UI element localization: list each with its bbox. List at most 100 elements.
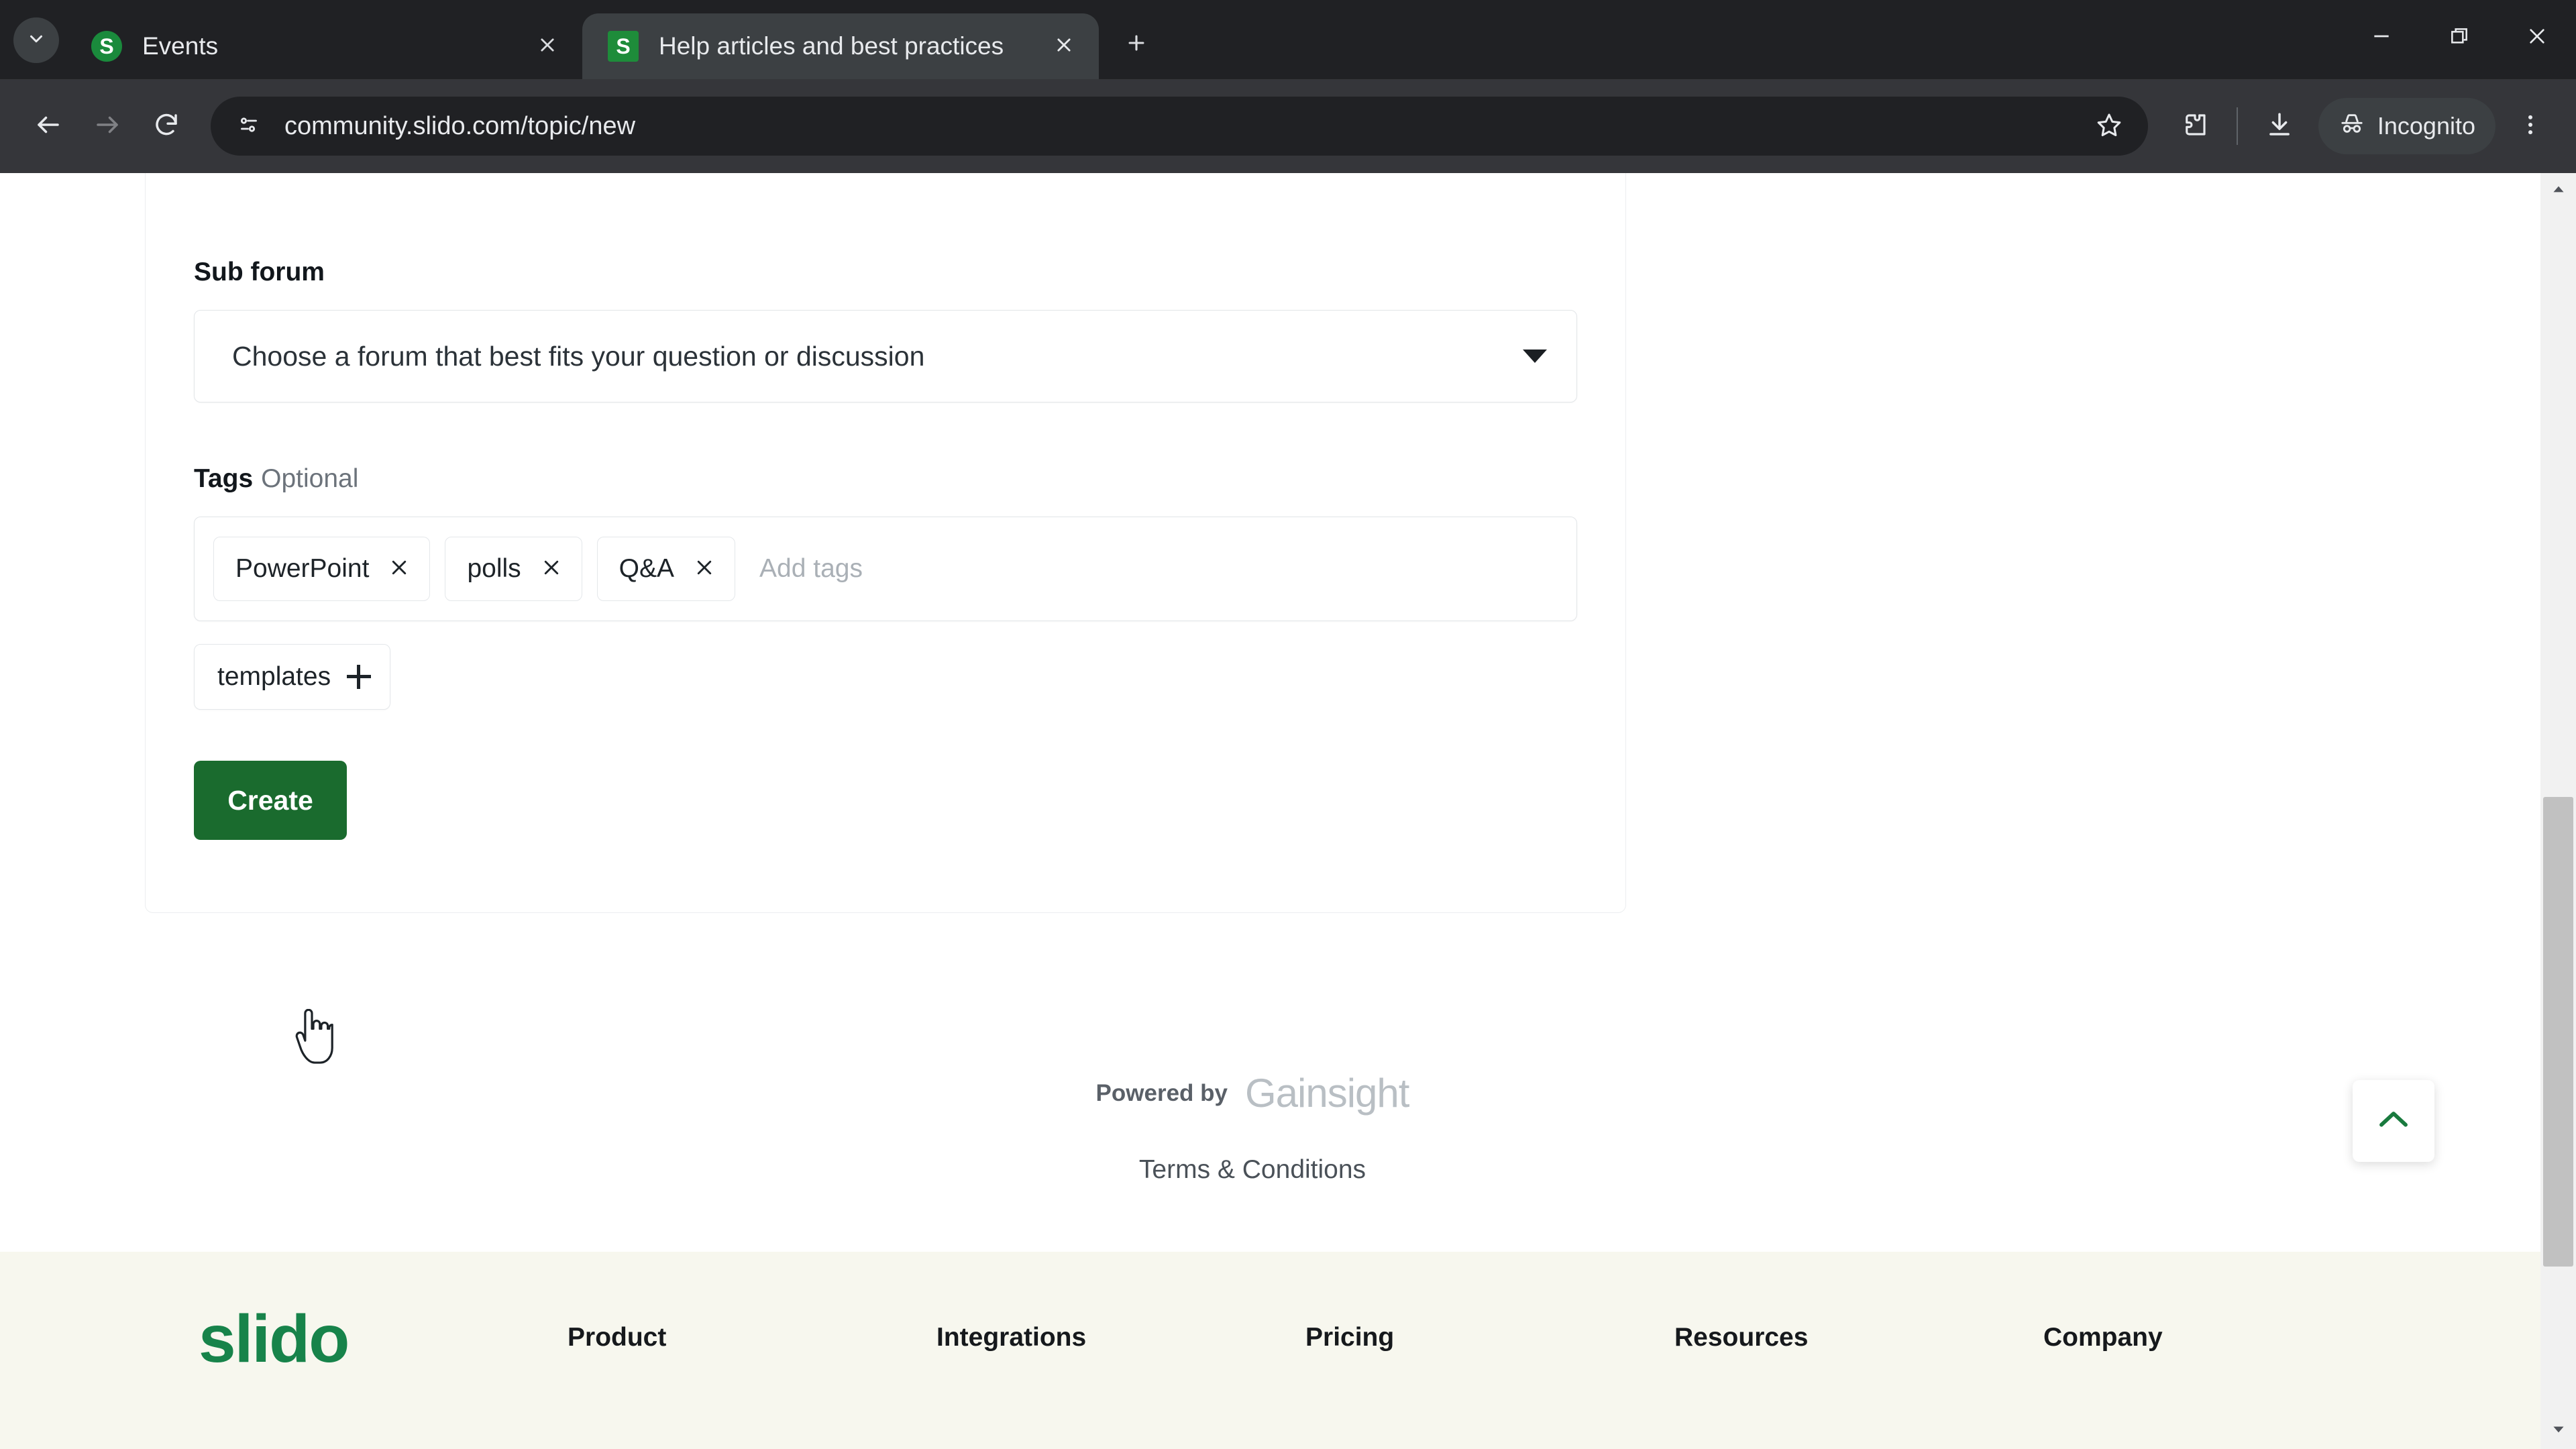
footer-column-company: Company	[2043, 1305, 2412, 1352]
subforum-label: Sub forum	[194, 173, 1577, 287]
page-content: Sub forum Choose a forum that best fits …	[0, 173, 2540, 1449]
attribution-block: Powered by Gainsight Terms & Conditions	[0, 1070, 2505, 1185]
terms-and-conditions-link[interactable]: Terms & Conditions	[0, 1155, 2505, 1185]
tag-chip: Q&A	[596, 537, 736, 601]
forward-button[interactable]	[78, 97, 137, 156]
new-tab-button[interactable]	[1114, 21, 1159, 67]
site-settings-button[interactable]	[228, 105, 270, 147]
chevron-down-icon	[26, 29, 46, 52]
close-icon	[2526, 25, 2548, 50]
star-icon	[2096, 111, 2123, 142]
tab-help-articles[interactable]: S Help articles and best practices	[582, 13, 1099, 79]
tab-title: Help articles and best practices	[659, 32, 1004, 60]
footer-columns: slido Product Integrations Pricing Resou…	[0, 1305, 2540, 1373]
reload-button[interactable]	[137, 97, 196, 156]
toolbar-divider	[2236, 107, 2238, 145]
footer-column-pricing: Pricing	[1305, 1305, 1674, 1352]
footer-column-product: Product	[568, 1305, 936, 1352]
tab-close-button[interactable]	[1045, 28, 1083, 65]
extensions-button[interactable]	[2165, 97, 2224, 156]
restore-icon	[2449, 25, 2470, 50]
tag-chip-label: Q&A	[619, 554, 675, 583]
tag-suggestion-chip[interactable]: templates	[194, 644, 391, 710]
powered-by-row: Powered by Gainsight	[0, 1070, 2505, 1116]
browser-toolbar: community.slido.com/topic/new Incognito	[0, 79, 2576, 173]
close-icon	[694, 557, 714, 581]
tag-chip-label: PowerPoint	[235, 554, 370, 583]
page-viewport: Sub forum Choose a forum that best fits …	[0, 173, 2576, 1449]
page-scrollbar[interactable]	[2540, 173, 2576, 1449]
subforum-placeholder: Choose a forum that best fits your quest…	[232, 340, 925, 372]
powered-by-text: Powered by	[1095, 1079, 1228, 1106]
bookmark-button[interactable]	[2085, 102, 2133, 150]
subforum-select[interactable]: Choose a forum that best fits your quest…	[194, 310, 1577, 402]
maximize-restore-button[interactable]	[2420, 0, 2498, 75]
site-settings-icon	[237, 113, 261, 140]
plus-icon	[347, 665, 372, 689]
arrow-left-icon	[34, 111, 62, 142]
tab-events[interactable]: S Events	[66, 13, 582, 79]
slido-logo[interactable]: slido	[199, 1305, 568, 1373]
tags-optional-text: Optional	[261, 464, 359, 493]
three-dot-menu-icon	[2518, 112, 2543, 141]
tags-label: Tags Optional	[194, 402, 1577, 494]
tag-chip: polls	[445, 537, 582, 601]
reload-icon	[152, 111, 180, 142]
arrow-right-icon	[93, 111, 121, 142]
tag-remove-button[interactable]	[539, 556, 564, 582]
tag-chip: PowerPoint	[213, 537, 431, 601]
tags-input-container[interactable]: PowerPoint polls Q&A Add tags	[194, 517, 1577, 621]
window-controls	[2343, 0, 2576, 79]
new-topic-form-card: Sub forum Choose a forum that best fits …	[145, 173, 1626, 913]
incognito-hat-icon	[2339, 111, 2377, 142]
site-footer: slido Product Integrations Pricing Resou…	[0, 1252, 2540, 1449]
close-icon	[538, 36, 557, 58]
tab-close-button[interactable]	[529, 28, 566, 65]
tag-remove-button[interactable]	[692, 556, 717, 582]
subforum-label-text: Sub forum	[194, 258, 325, 286]
minimize-icon	[2371, 25, 2392, 50]
tab-search-button[interactable]	[13, 17, 59, 63]
footer-column-title[interactable]: Resources	[1674, 1323, 2043, 1352]
favicon-slido: S	[608, 31, 639, 62]
url-text[interactable]: community.slido.com/topic/new	[270, 112, 2085, 141]
profile-label: Incognito	[2377, 112, 2475, 140]
chevron-up-icon	[2373, 1099, 2414, 1144]
download-icon	[2265, 111, 2294, 142]
triangle-down-icon	[2550, 1421, 2567, 1442]
tag-suggestion-label: templates	[217, 662, 331, 691]
tab-strip: S Events S Help articles and best practi…	[0, 0, 2576, 79]
tag-remove-button[interactable]	[386, 556, 412, 582]
footer-column-integrations: Integrations	[936, 1305, 1305, 1352]
back-button[interactable]	[19, 97, 78, 156]
profile-incognito-button[interactable]: Incognito	[2318, 98, 2496, 154]
mouse-cursor	[294, 1008, 334, 1067]
browser-window: S Events S Help articles and best practi…	[0, 0, 2576, 1449]
close-window-button[interactable]	[2498, 0, 2576, 75]
browser-menu-button[interactable]	[2504, 97, 2557, 156]
footer-column-resources: Resources	[1674, 1305, 2043, 1352]
favicon-slido: S	[91, 31, 122, 62]
scroll-to-top-button[interactable]	[2353, 1080, 2434, 1162]
footer-column-title[interactable]: Pricing	[1305, 1323, 1674, 1352]
plus-icon	[1125, 32, 1148, 58]
footer-column-title[interactable]: Integrations	[936, 1323, 1305, 1352]
extensions-puzzle-icon	[2181, 111, 2209, 142]
scrollbar-down-arrow[interactable]	[2540, 1413, 2576, 1449]
address-bar[interactable]: community.slido.com/topic/new	[211, 97, 2148, 156]
close-icon	[541, 557, 561, 581]
scrollbar-up-arrow[interactable]	[2540, 173, 2576, 209]
footer-column-title[interactable]: Product	[568, 1323, 936, 1352]
tags-input[interactable]: Add tags	[750, 554, 863, 584]
create-button[interactable]: Create	[194, 761, 347, 840]
scrollbar-thumb[interactable]	[2543, 797, 2573, 1267]
form-body: Sub forum Choose a forum that best fits …	[146, 173, 1625, 840]
downloads-button[interactable]	[2250, 97, 2309, 156]
tag-chip-label: polls	[467, 554, 521, 583]
tab-title: Events	[142, 32, 219, 60]
caret-down-icon	[1523, 350, 1547, 363]
minimize-button[interactable]	[2343, 0, 2420, 75]
footer-column-title[interactable]: Company	[2043, 1323, 2412, 1352]
tags-label-text: Tags	[194, 464, 254, 493]
tag-suggestions: templates	[194, 644, 1577, 710]
